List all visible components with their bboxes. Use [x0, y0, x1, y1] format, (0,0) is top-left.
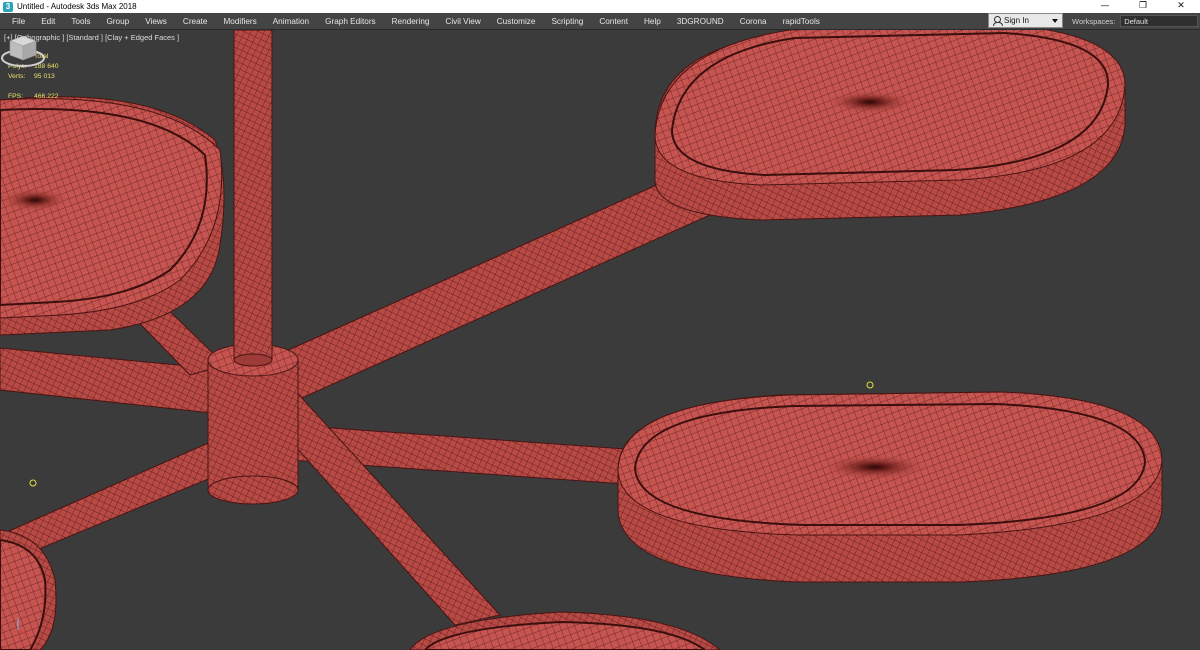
menu-graph-editors[interactable]: Graph Editors [321, 17, 380, 26]
pivot-marker[interactable] [29, 479, 37, 487]
stats-fps: FPS: 466.222 [8, 92, 59, 102]
maximize-button[interactable]: ❐ [1124, 0, 1162, 13]
menu-customize[interactable]: Customize [493, 17, 540, 26]
plate-top-right [654, 30, 1126, 221]
sign-in-dropdown[interactable]: Sign In [988, 13, 1063, 28]
minimize-button[interactable]: — [1086, 0, 1124, 13]
menu-modifiers[interactable]: Modifiers [219, 17, 260, 26]
fps-value: 466.222 [34, 93, 59, 100]
menu-scripting[interactable]: Scripting [547, 17, 587, 26]
orthographic-viewport[interactable]: [+] [Orthographic ] [Standard ] [Clay + … [0, 30, 1200, 650]
arm-upper-right [254, 169, 711, 411]
menu-rendering[interactable]: Rendering [388, 17, 434, 26]
menu-rapidtools[interactable]: rapidTools [779, 17, 824, 26]
menu-group[interactable]: Group [102, 17, 133, 26]
close-button[interactable]: ✕ [1162, 0, 1200, 13]
menu-create[interactable]: Create [179, 17, 212, 26]
menu-file[interactable]: File [8, 17, 29, 26]
window-title: Untitled - Autodesk 3ds Max 2018 [17, 2, 137, 11]
vertical-pole [233, 30, 273, 367]
workspaces-label: Workspaces: [1072, 16, 1116, 26]
menu-tools[interactable]: Tools [67, 17, 94, 26]
menu-edit[interactable]: Edit [37, 17, 59, 26]
menu-civil-view[interactable]: Civil View [441, 17, 484, 26]
user-icon [993, 16, 1003, 26]
menu-3dground[interactable]: 3DGROUND [673, 17, 728, 26]
workspaces-dropdown[interactable]: Default [1120, 15, 1199, 27]
pivot-marker[interactable] [866, 381, 874, 389]
plate-top-left [0, 96, 225, 336]
app-icon[interactable]: 3 [3, 1, 13, 12]
mesh-scene [0, 30, 1163, 650]
viewcube-icon[interactable] [0, 30, 46, 70]
workspaces-selector: Workspaces: Default [1072, 13, 1199, 29]
window-controls: — ❐ ✕ [1086, 0, 1200, 13]
menu-views[interactable]: Views [141, 17, 171, 26]
verts-value: 95 013 [34, 73, 55, 80]
plate-bottom-left [0, 529, 57, 650]
menu-animation[interactable]: Animation [269, 17, 313, 26]
plate-right [617, 391, 1163, 583]
menu-corona[interactable]: Corona [736, 17, 771, 26]
center-hub [207, 343, 299, 505]
chevron-down-icon [1052, 19, 1058, 23]
fps-label: FPS: [8, 93, 24, 100]
stats-verts: Verts: 95 013 [8, 72, 59, 82]
sign-in-label: Sign In [1004, 16, 1029, 25]
title-bar: 3 Untitled - Autodesk 3ds Max 2018 — ❐ ✕ [0, 0, 1200, 13]
verts-label: Verts: [8, 73, 26, 80]
menu-help[interactable]: Help [640, 17, 665, 26]
menu-content[interactable]: Content [595, 17, 632, 26]
